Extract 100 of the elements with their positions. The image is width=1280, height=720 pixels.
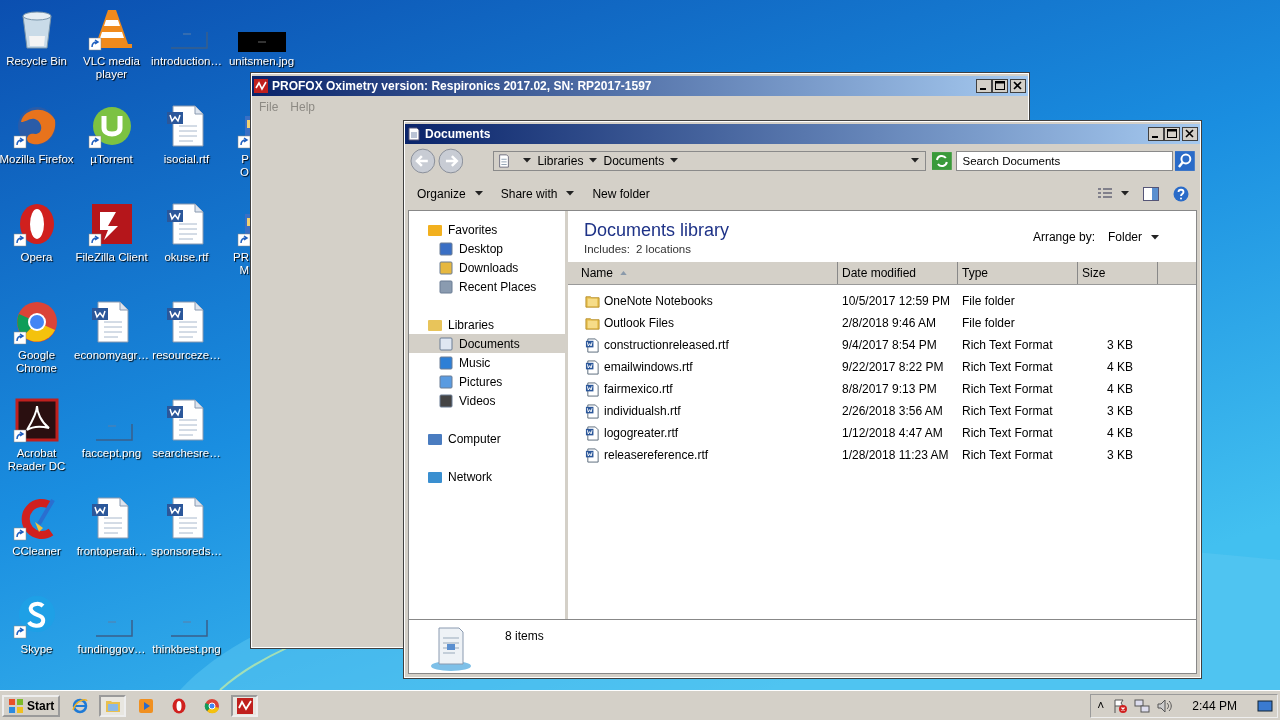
nav-label[interactable]: Videos [459,393,496,408]
chrome-icon [203,697,220,714]
nav-item[interactable]: Pictures [409,372,565,391]
close-button[interactable] [1010,79,1026,93]
back-button[interactable] [410,147,436,174]
file-name-cell[interactable]: individualsh.rtf [568,403,838,419]
file-name-cell[interactable]: Outlook Files [568,315,838,331]
icon-label[interactable]: µTorrent [73,153,150,166]
icon-label[interactable]: unitsmen.jpg [223,55,300,68]
view-options-icon[interactable] [1097,186,1113,201]
show-hidden-icons-button[interactable]: ˄ [1095,698,1107,713]
dropdown-icon[interactable] [910,158,919,163]
file-name-cell[interactable]: fairmexico.rtf [568,381,838,397]
item-count: 8 items [505,629,544,643]
close-button[interactable] [1182,127,1198,141]
icon-label[interactable]: searchesre… [148,447,225,460]
icon-label[interactable]: VLC media player [73,55,150,81]
column-header[interactable]: Type [958,262,1078,284]
icon-label[interactable]: Acrobat Reader DC [0,447,75,473]
folder-icon [585,315,600,331]
icon-label[interactable]: PR M [231,251,249,277]
caret-icon [1121,191,1129,196]
windows-logo-icon [8,697,24,714]
nav-item[interactable]: Favorites [409,220,565,239]
show-desktop-button[interactable] [1257,697,1273,714]
minimize-button[interactable] [976,79,992,93]
nav-label[interactable]: Favorites [448,222,498,237]
table-cell-text: 9/4/2017 8:54 PM [841,338,938,352]
icon-label[interactable]: Mozilla Firefox [0,153,75,166]
forward-button[interactable] [437,147,464,174]
nav-item[interactable]: Computer [409,429,565,448]
nav-item[interactable]: Downloads [409,258,565,277]
nav-label[interactable]: Network [448,469,492,484]
nav-label[interactable]: Pictures [459,374,503,389]
speaker-icon[interactable] [1156,697,1173,714]
network-icon[interactable] [1134,697,1151,714]
minimize-button[interactable] [1148,127,1164,141]
refresh-button[interactable] [931,151,952,170]
table-cell-text: 8/8/2017 9:13 PM [841,382,938,396]
nav-item[interactable]: Recent Places [409,277,565,296]
nav-label[interactable]: Downloads [459,260,519,275]
flag-error-icon[interactable] [1112,697,1129,714]
toolbar-button[interactable]: Share with [495,182,580,205]
preview-pane-icon[interactable] [1143,186,1159,201]
nav-item[interactable]: Documents [409,334,565,353]
help-icon[interactable] [1173,185,1189,202]
icon-label[interactable]: P O [231,153,249,179]
breadcrumb-item[interactable]: Libraries [537,153,584,168]
icon-label[interactable]: okuse.rtf [148,251,225,264]
caret-icon[interactable] [589,158,598,163]
icon-label[interactable]: Google Chrome [0,349,75,375]
column-header[interactable]: Date modified [838,262,958,284]
file-name-cell[interactable]: constructionreleased.rtf [568,337,838,353]
table-cell-text: 4 KB [1106,360,1134,374]
table-cell-text: 1/28/2018 11:23 AM [841,448,950,462]
icon-label[interactable]: economyagr… [73,349,150,362]
icon-label[interactable]: isocial.rtf [148,153,225,166]
nav-label[interactable]: Recent Places [459,279,537,294]
app-icon [236,697,253,714]
icon-label[interactable]: Opera [0,251,75,264]
app-icon [254,79,268,93]
breadcrumb-item[interactable]: Documents [603,153,665,168]
table-cell-text: 3 KB [1106,448,1134,462]
locations-link[interactable]: 2 locations [636,243,691,255]
nav-item[interactable]: Desktop [409,239,565,258]
library-title: Documents library [584,219,730,241]
icon-label[interactable]: introduction… [148,55,225,68]
nav-item[interactable]: Music [409,353,565,372]
maximize-button[interactable] [1164,127,1180,141]
icon-label[interactable]: FileZilla Client [73,251,150,264]
acrobat-icon[interactable] [12,396,61,444]
search-field[interactable]: Search Documents [955,150,1174,171]
nav-label[interactable]: Libraries [448,317,495,332]
caret-icon[interactable] [523,158,532,163]
icon-label[interactable]: Recycle Bin [0,55,75,68]
taskbar-button[interactable] [231,694,259,717]
start-button[interactable]: Start [2,694,61,717]
column-header[interactable]: Name [568,262,838,284]
toolbar-button[interactable]: New folder [587,182,655,205]
arrange-dropdown[interactable]: Folder [1103,226,1164,248]
clock[interactable]: 2:44 PM [1192,698,1237,713]
toolbar-button[interactable]: Organize [412,182,488,205]
column-header[interactable]: Size [1078,262,1158,284]
nav-label[interactable]: Desktop [459,241,504,256]
file-name-cell[interactable]: logogreater.rtf [568,425,838,441]
address-bar[interactable]: Libraries Documents [493,150,926,171]
file-name-cell[interactable]: releasereference.rtf [568,447,838,463]
nav-label[interactable]: Music [459,355,491,370]
file-name-cell[interactable]: emailwindows.rtf [568,359,838,375]
search-icon[interactable] [1175,150,1195,171]
nav-label[interactable]: Documents [459,336,520,351]
nav-item[interactable]: Videos [409,391,565,410]
file-name-cell[interactable]: OneNote Notebooks [568,293,838,309]
nav-item[interactable]: Network [409,467,565,486]
maximize-button[interactable] [992,79,1008,93]
icon-label[interactable]: resourceze… [148,349,225,362]
icon-label[interactable]: faccept.png [73,447,150,460]
nav-label[interactable]: Computer [448,431,501,446]
nav-item[interactable]: Libraries [409,315,565,334]
caret-icon[interactable] [670,158,679,163]
